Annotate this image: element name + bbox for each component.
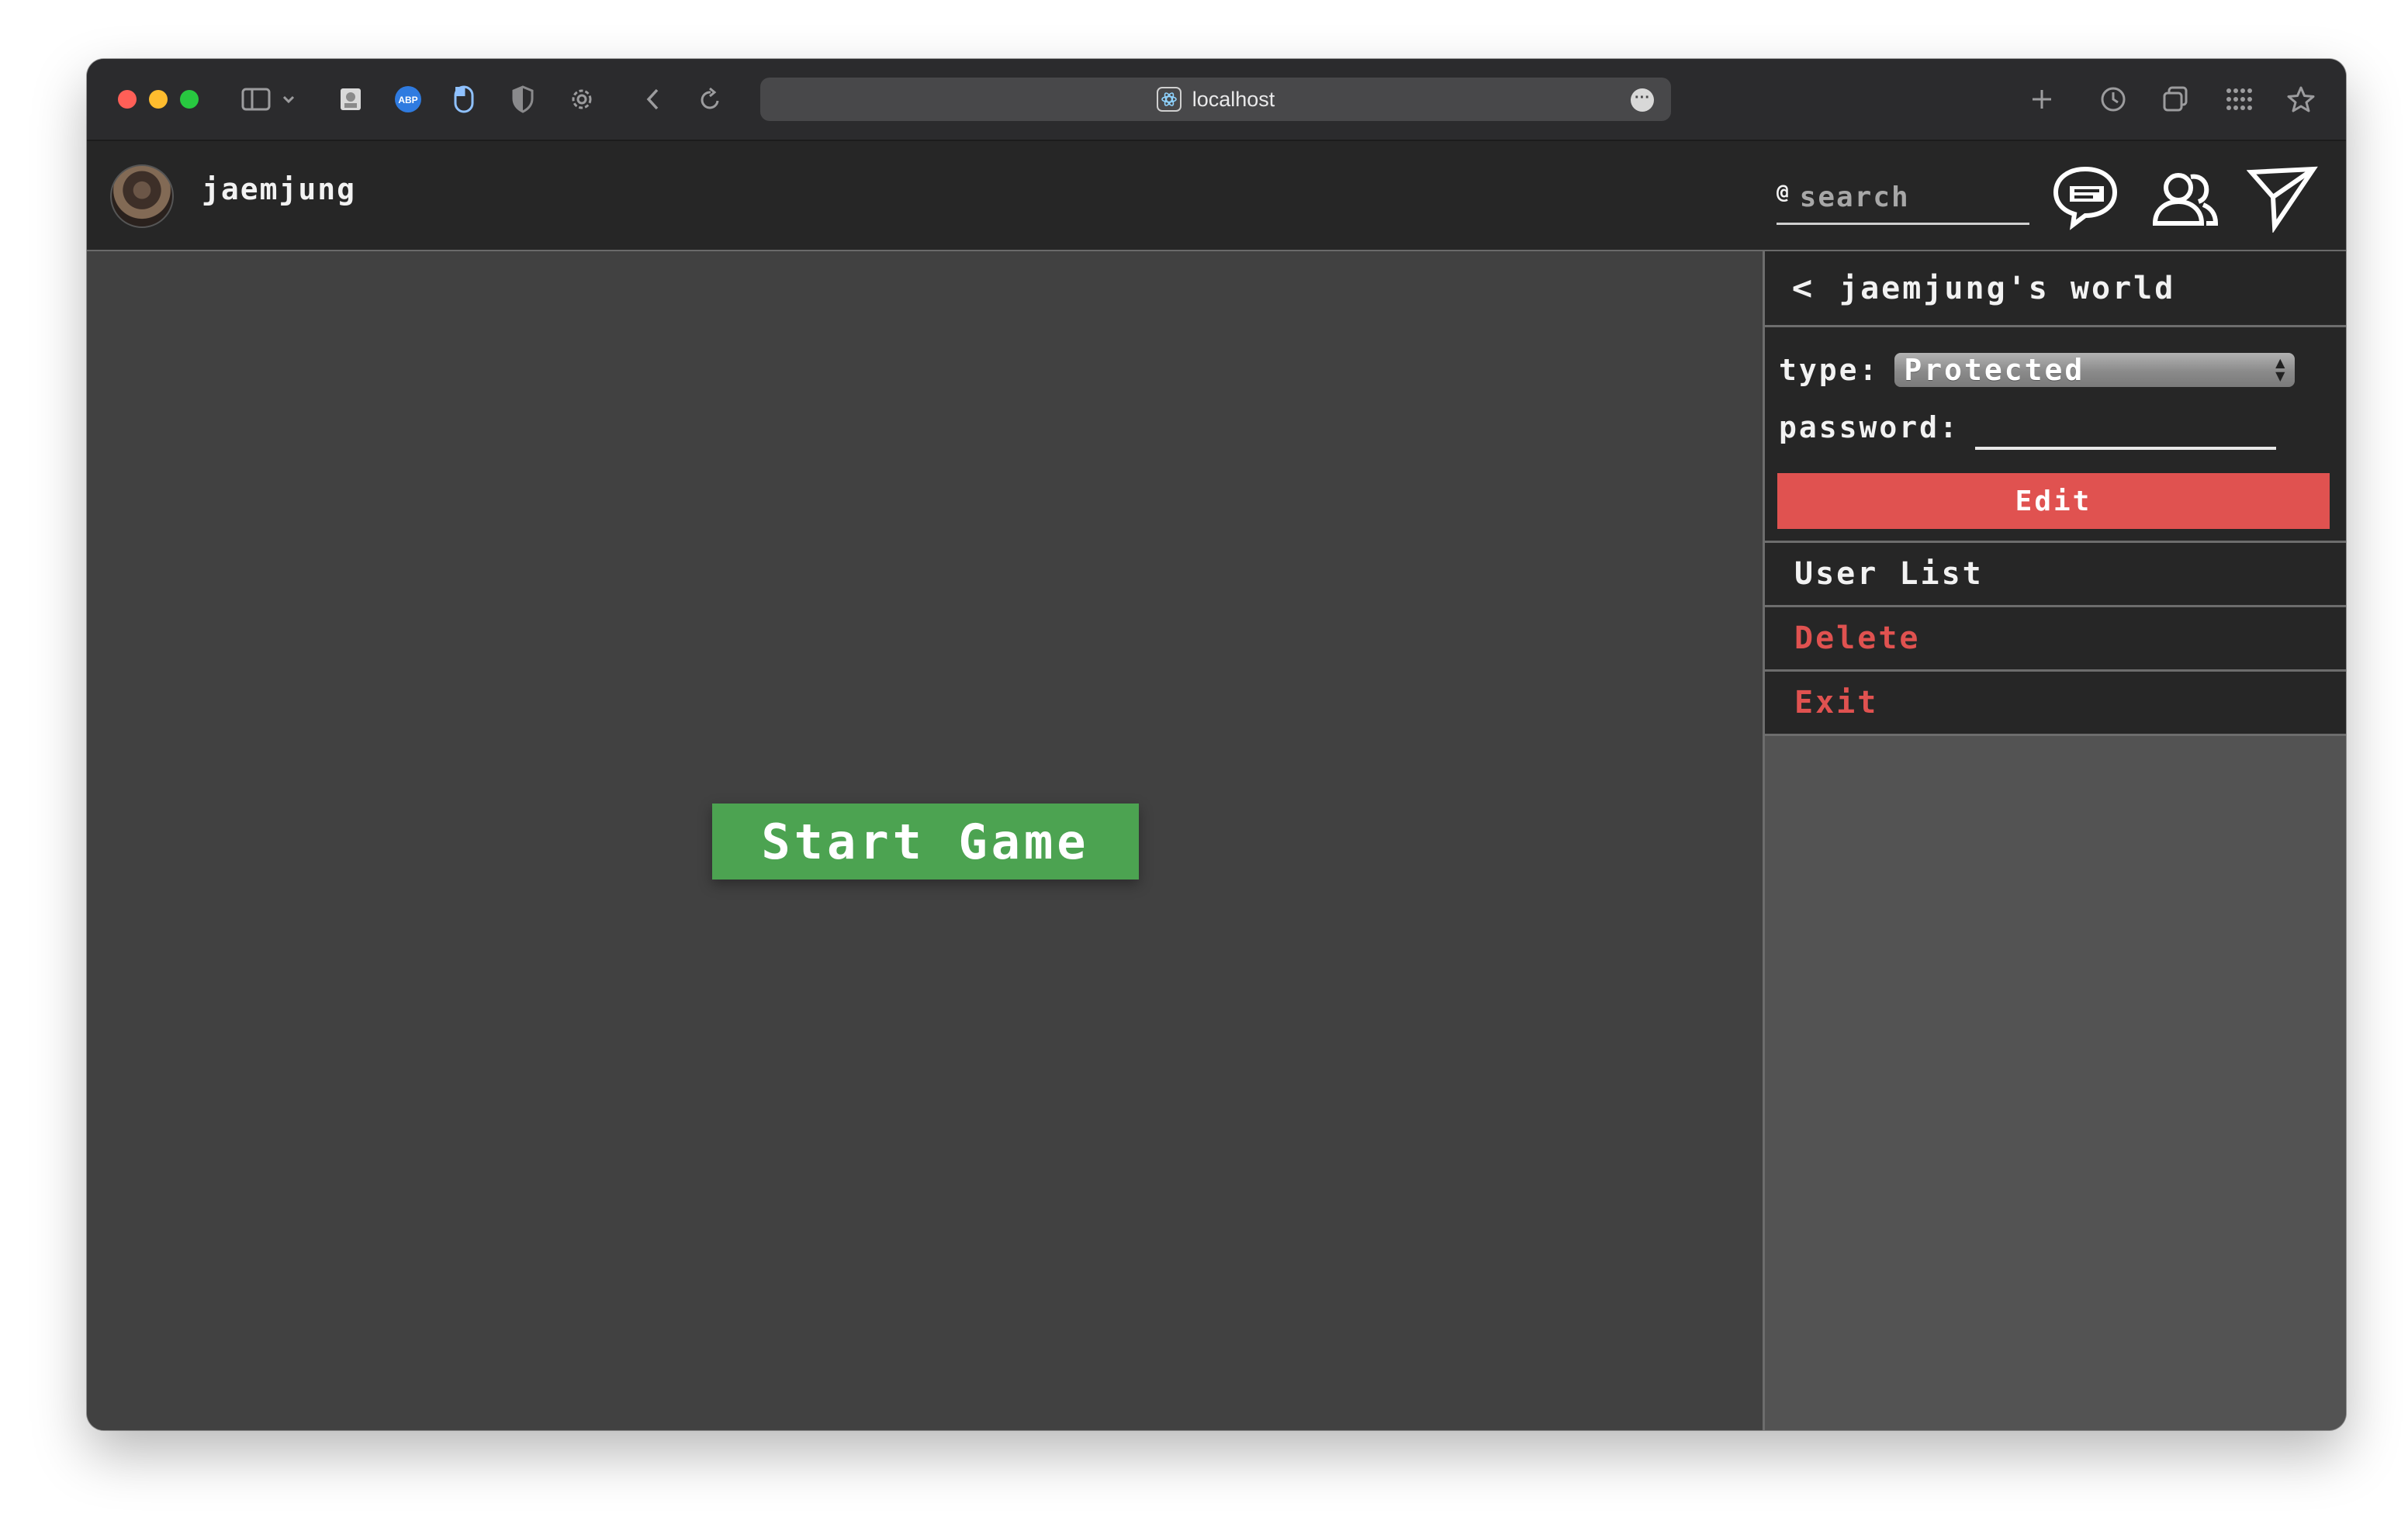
type-label: type: [1779,353,1880,387]
select-arrows-icon: ▲ ▼ [2275,355,2288,383]
delete-button[interactable]: Delete [1765,607,2346,672]
type-row: type: Protected ▲ ▼ [1779,341,2335,399]
at-icon: @ [1777,180,1789,204]
close-window-button[interactable] [118,90,137,109]
history-icon[interactable] [2096,82,2130,116]
reload-icon[interactable] [694,82,728,116]
avatar[interactable] [110,164,174,228]
browser-toolbar: ABP localhost ··· [87,59,2346,141]
sidebar-icon[interactable] [239,82,273,116]
chevron-down-icon[interactable] [279,82,298,116]
room-settings: type: Protected ▲ ▼ password: Edit [1765,327,2346,543]
password-row: password: [1779,399,2335,456]
username: jaemjung [202,172,357,206]
svg-text:ABP: ABP [398,95,417,105]
app-header: jaemjung @ [87,141,2346,251]
gear-icon[interactable] [565,82,599,116]
chat-room-panel: < jaemjung's world type: Protected ▲ ▼ pa… [1763,251,2346,1430]
user-list-button[interactable]: User List [1765,543,2346,607]
profile-extension-icon[interactable] [334,82,368,116]
search-box: @ [1777,172,2029,225]
send-icon[interactable] [2246,161,2318,234]
zoom-window-button[interactable] [180,90,199,109]
edit-button[interactable]: Edit [1777,473,2330,529]
star-icon[interactable] [2284,82,2318,116]
back-icon[interactable] [636,82,670,116]
minimize-window-button[interactable] [149,90,168,109]
url-text: localhost [1192,87,1275,111]
back-arrow-icon[interactable]: < [1765,268,1839,308]
tabs-icon[interactable] [2158,82,2192,116]
panel-header: < jaemjung's world [1765,251,2346,327]
room-type-value: Protected [1904,353,2085,387]
more-icon[interactable]: ··· [1631,88,1654,112]
plus-icon[interactable] [2025,82,2059,116]
friends-icon[interactable] [2149,161,2220,233]
shield-icon[interactable] [506,82,540,116]
browser-window: ABP localhost ··· jaemjung @ search Star… [87,59,2346,1430]
room-title: jaemjung's world [1839,270,2176,306]
grid-icon[interactable] [2222,82,2256,116]
exit-button[interactable]: Exit [1765,672,2346,736]
game-area: Start Game [87,251,1763,1430]
adblock-icon[interactable]: ABP [391,82,425,116]
password-input[interactable] [1974,413,2276,450]
search-input[interactable] [1799,181,2017,213]
address-bar[interactable]: localhost ··· [760,78,1671,121]
room-type-select[interactable]: Protected ▲ ▼ [1894,353,2296,387]
site-icon [1156,87,1182,112]
chat-icon[interactable] [2050,161,2121,233]
mouse-icon[interactable] [447,82,481,116]
password-label: password: [1779,410,1960,444]
start-game-button[interactable]: Start Game [712,804,1139,880]
